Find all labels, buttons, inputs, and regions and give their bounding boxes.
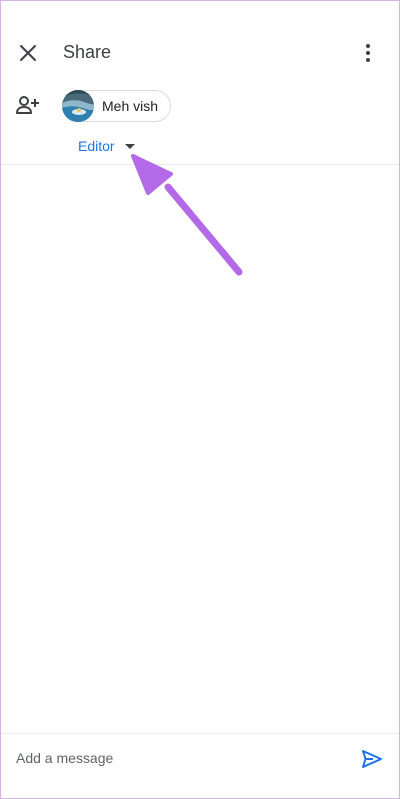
recipient-name: Meh vish — [102, 98, 159, 114]
more-options-button[interactable] — [348, 33, 388, 73]
recipient-chip[interactable]: Meh vish — [62, 90, 172, 122]
role-dropdown[interactable]: Editor — [78, 136, 135, 156]
role-label: Editor — [78, 138, 115, 154]
divider — [0, 164, 400, 165]
page-title: Share — [63, 42, 112, 62]
message-input[interactable] — [16, 746, 336, 770]
share-header: Share — [0, 0, 400, 80]
message-bar — [0, 734, 400, 784]
more-vert-icon — [366, 44, 370, 62]
add-person-button[interactable] — [8, 85, 48, 125]
send-icon — [362, 750, 382, 768]
avatar — [62, 90, 94, 122]
person-add-icon — [16, 96, 39, 114]
chevron-down-icon — [124, 143, 135, 149]
close-icon — [20, 45, 36, 61]
recipients-row: Meh vish — [0, 85, 400, 130]
send-button[interactable] — [352, 739, 392, 779]
close-button[interactable] — [8, 33, 48, 73]
